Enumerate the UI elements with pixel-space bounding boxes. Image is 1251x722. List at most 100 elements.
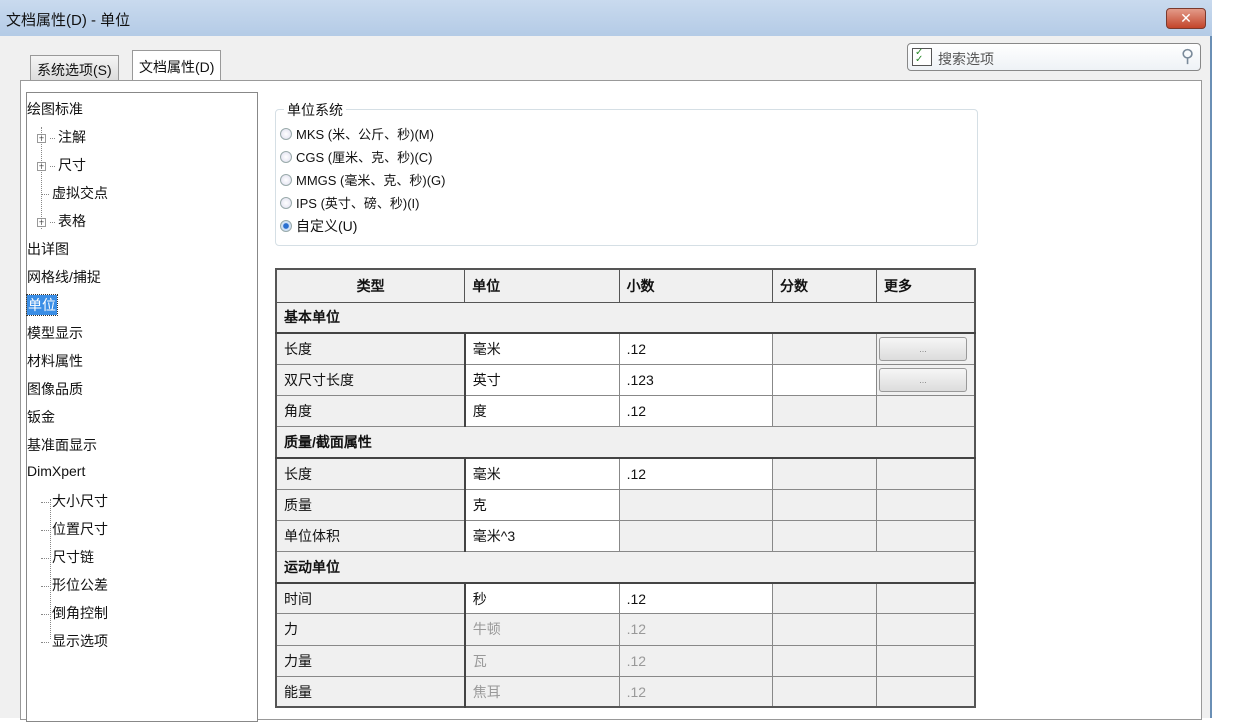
tree-item[interactable]: 显示选项 <box>37 631 108 651</box>
unit-system-radio[interactable]: MKS (米、公斤、秒)(M) <box>280 124 434 143</box>
options-list-icon: ✓ ✓ <box>912 48 932 66</box>
tree-guide <box>50 499 51 639</box>
table-header: 类型 单位 小数 分数 更多 <box>275 268 976 303</box>
tree-item[interactable]: 网格线/捕捉 <box>27 267 101 287</box>
tree-item[interactable]: 尺寸链 <box>37 547 94 567</box>
tree-item[interactable]: 基准面显示 <box>27 435 97 455</box>
title-bar: 文档属性(D) - 单位 ✕ <box>0 0 1212 36</box>
unit-cell[interactable]: 克 <box>464 488 620 521</box>
more-cell <box>875 395 976 428</box>
unit-cell[interactable]: 度 <box>464 395 620 428</box>
unit-system-radio[interactable]: MMGS (毫米、克、秒)(G) <box>280 170 445 189</box>
tree-connector <box>41 585 49 587</box>
table-row: 力 牛顿 .12 <box>275 613 976 646</box>
tab-document-properties[interactable]: 文档属性(D) <box>132 50 222 81</box>
tree-item[interactable]: 虚拟交点 <box>37 183 108 203</box>
tree-item[interactable]: + 表格 <box>37 211 86 231</box>
radio-icon[interactable] <box>280 220 292 232</box>
search-icon[interactable]: ⚲ <box>1181 46 1194 67</box>
decimal-cell[interactable]: .12 <box>618 332 774 365</box>
type-cell: 能量 <box>275 675 466 708</box>
tree-connector <box>50 137 55 139</box>
tree-item[interactable]: 材料属性 <box>27 351 83 371</box>
tab-system-options[interactable]: 系统选项(S) <box>30 55 119 81</box>
tree-connector <box>41 613 49 615</box>
tree-item-label: 显示选项 <box>52 633 108 649</box>
options-tree[interactable]: 绘图标准 + 注解 + 尺寸虚拟交点 + 表格出详图网格线/捕捉 单位模型显示材料属性图像品质… <box>26 92 258 722</box>
unit-cell[interactable]: 毫米 <box>464 457 620 490</box>
type-cell: 单位体积 <box>275 519 466 553</box>
tree-item[interactable]: + 尺寸 <box>37 155 86 175</box>
search-placeholder: 搜索选项 <box>938 51 994 67</box>
decimal-cell: .12 <box>618 613 774 646</box>
tree-item[interactable]: 模型显示 <box>27 323 83 343</box>
radio-label: 自定义(U) <box>296 218 358 234</box>
tree-item-label: 倒角控制 <box>52 605 108 621</box>
unit-cell[interactable]: 毫米^3 <box>464 519 620 553</box>
tree-item-label: 虚拟交点 <box>52 185 108 201</box>
more-cell <box>875 644 976 677</box>
more-cell: ... <box>875 363 976 397</box>
more-button[interactable]: ... <box>878 367 967 392</box>
radio-icon[interactable] <box>280 197 292 209</box>
tree-item[interactable]: + 注解 <box>37 127 86 147</box>
type-cell: 时间 <box>275 582 466 615</box>
fraction-cell[interactable] <box>772 363 877 397</box>
tree-item[interactable]: 大小尺寸 <box>37 491 108 511</box>
tree-item[interactable]: 倒角控制 <box>37 603 108 623</box>
tree-item[interactable]: DimXpert <box>27 463 85 479</box>
section-label: 运动单位 <box>275 550 976 584</box>
table-row: 力量 瓦 .12 <box>275 644 976 677</box>
decimal-cell <box>618 488 774 521</box>
unit-system-radio[interactable]: CGS (厘米、克、秒)(C) <box>280 147 433 166</box>
decimal-cell: .12 <box>618 675 774 708</box>
table-row: 长度 毫米 .12 ... <box>275 332 976 365</box>
units-table: 类型 单位 小数 分数 更多 基本单位 长度 毫米 .12 ... 双尺寸长度 英寸 .1… <box>275 268 976 709</box>
radio-icon[interactable] <box>280 151 292 163</box>
tree-item[interactable]: 图像品质 <box>27 379 83 399</box>
tree-item[interactable]: 绘图标准 <box>27 99 83 119</box>
tree-item-label: 基准面显示 <box>27 437 97 453</box>
tree-item[interactable]: 位置尺寸 <box>37 519 108 539</box>
tree-item-label: 尺寸链 <box>52 549 94 565</box>
table-row: 能量 焦耳 .12 <box>275 675 976 708</box>
unit-system-radio[interactable]: 自定义(U) <box>280 216 357 236</box>
tree-item[interactable]: 单位 <box>26 294 58 316</box>
unit-cell: 瓦 <box>464 644 620 677</box>
unit-cell[interactable]: 毫米 <box>464 332 620 365</box>
unit-system-radio[interactable]: IPS (英寸、磅、秒)(I) <box>280 193 420 212</box>
decimal-cell[interactable]: .123 <box>618 363 774 397</box>
tree-item-label: 绘图标准 <box>27 101 83 117</box>
unit-system-label: 单位系统 <box>284 100 346 120</box>
tree-connector <box>41 193 49 195</box>
fraction-cell <box>772 488 877 521</box>
tree-item[interactable]: 出详图 <box>27 239 69 259</box>
decimal-cell[interactable]: .12 <box>618 457 774 490</box>
more-cell <box>875 488 976 521</box>
tree-guide <box>41 127 42 229</box>
section-row: 基本单位 <box>275 301 976 335</box>
unit-cell[interactable]: 英寸 <box>464 363 620 397</box>
radio-icon[interactable] <box>280 128 292 140</box>
decimal-cell[interactable]: .12 <box>618 395 774 428</box>
fraction-cell <box>772 457 877 490</box>
tree-item-label: 注解 <box>58 129 86 145</box>
tree-item-label: 钣金 <box>27 409 55 425</box>
radio-icon[interactable] <box>280 174 292 186</box>
type-cell: 角度 <box>275 395 466 428</box>
table-row: 时间 秒 .12 <box>275 582 976 615</box>
close-button[interactable]: ✕ <box>1166 8 1206 29</box>
type-cell: 长度 <box>275 332 466 365</box>
section-label: 质量/截面属性 <box>275 426 976 459</box>
more-button[interactable]: ... <box>878 337 967 362</box>
tree-item[interactable]: 形位公差 <box>37 575 108 595</box>
table-row: 角度 度 .12 <box>275 395 976 428</box>
search-input[interactable]: ✓ ✓ 搜索选项 ⚲ <box>907 43 1201 71</box>
column-header: 类型 <box>275 268 466 303</box>
tree-item[interactable]: 钣金 <box>27 407 55 427</box>
fraction-cell <box>772 582 877 615</box>
decimal-cell[interactable]: .12 <box>618 582 774 615</box>
unit-cell[interactable]: 秒 <box>464 582 620 615</box>
tree-item-label: 尺寸 <box>58 157 86 173</box>
more-cell <box>875 519 976 553</box>
